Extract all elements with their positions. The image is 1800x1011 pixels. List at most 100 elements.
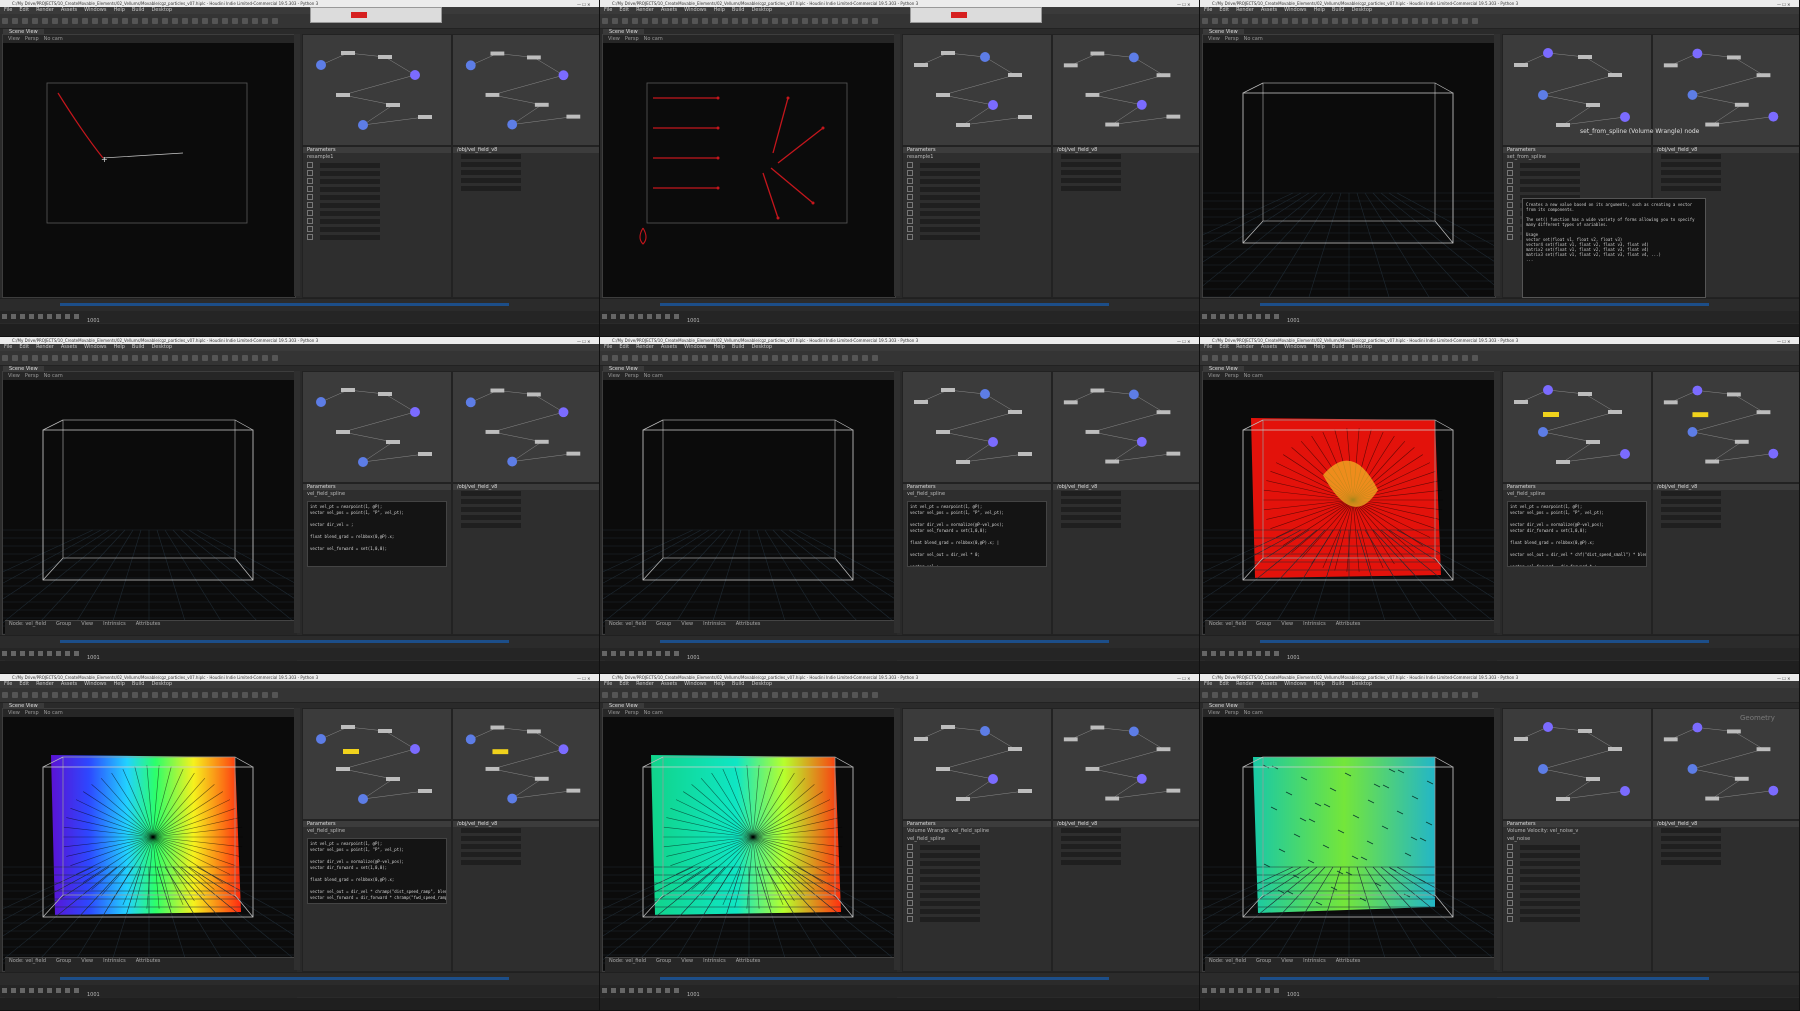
shelf-tool-icon[interactable] [92, 18, 98, 24]
camera-menu[interactable]: No cam [44, 373, 63, 379]
shelf-tool-icon[interactable] [1332, 18, 1338, 24]
shelf-tool-icon[interactable] [262, 692, 268, 698]
menu-item-edit[interactable]: Edit [619, 344, 629, 350]
spreadsheet-tab[interactable]: Group [1256, 958, 1271, 964]
menu-item-file[interactable]: File [4, 681, 12, 687]
parameter-field[interactable] [1520, 892, 1580, 898]
shelf-tool-icon[interactable] [792, 692, 798, 698]
shelf-tool-icon[interactable] [1332, 355, 1338, 361]
shelf-tool-icon[interactable] [42, 18, 48, 24]
shelf-tool-icon[interactable] [1412, 355, 1418, 361]
shelf-tool-icon[interactable] [802, 355, 808, 361]
shelf-tool-icon[interactable] [1322, 355, 1328, 361]
spreadsheet-tab[interactable]: Node: vel_field [1209, 621, 1246, 627]
shelf-tool-icon[interactable] [772, 692, 778, 698]
spreadsheet-tab[interactable]: Attributes [136, 621, 161, 627]
timeline[interactable] [1200, 635, 1799, 648]
shelf-tool-icon[interactable] [1342, 355, 1348, 361]
menu-item-desktop[interactable]: Desktop [151, 7, 172, 13]
timeline[interactable] [600, 298, 1199, 311]
shelf-tool-icon[interactable] [1452, 355, 1458, 361]
parameter-checkbox[interactable] [307, 210, 313, 216]
menu-item-assets[interactable]: Assets [661, 344, 677, 350]
playback-button[interactable] [11, 651, 16, 656]
shelf-tool-icon[interactable] [862, 18, 868, 24]
playback-button[interactable] [629, 988, 634, 993]
shelf-tool-icon[interactable] [1472, 692, 1478, 698]
shelf-tool-icon[interactable] [242, 18, 248, 24]
menu-item-assets[interactable]: Assets [661, 7, 677, 13]
parameter-checkbox[interactable] [1507, 908, 1513, 914]
parameter-field[interactable] [1520, 884, 1580, 890]
viewport-side-toolbar[interactable] [294, 708, 300, 970]
shelf-tool-icon[interactable] [1372, 18, 1378, 24]
timeline-range-bar[interactable] [1260, 640, 1709, 643]
shelf-tool-icon[interactable] [1342, 18, 1348, 24]
spreadsheet-tab[interactable]: Attributes [736, 621, 761, 627]
network-editor-left[interactable] [902, 34, 1052, 146]
menu-item-help[interactable]: Help [113, 681, 124, 687]
shelf-tool-icon[interactable] [1362, 355, 1368, 361]
playback-button[interactable] [1238, 314, 1243, 319]
parameter-field[interactable] [1520, 876, 1580, 882]
shelf-tool-icon[interactable] [662, 355, 668, 361]
shelf-tool-icon[interactable] [1232, 18, 1238, 24]
shelf-tool-icon[interactable] [852, 692, 858, 698]
color-palette-popup[interactable] [910, 7, 1042, 23]
parameter-checkbox[interactable] [907, 170, 913, 176]
parameter-tab[interactable]: Parameters [303, 484, 451, 490]
parameter-field[interactable] [320, 210, 380, 216]
network-editor-left[interactable] [302, 371, 452, 483]
parameter-field[interactable] [1061, 507, 1121, 512]
shelf-tool-icon[interactable] [822, 18, 828, 24]
parameter-checkbox[interactable] [1507, 194, 1513, 200]
persp-menu[interactable]: Persp [1225, 36, 1239, 42]
shelf-tool-icon[interactable] [22, 355, 28, 361]
menu-item-desktop[interactable]: Desktop [1351, 344, 1372, 350]
shelf-tool-icon[interactable] [642, 692, 648, 698]
parameter-field[interactable] [1661, 170, 1721, 175]
timeline-range-bar[interactable] [660, 640, 1109, 643]
playback-button[interactable] [2, 988, 7, 993]
parameter-field[interactable] [920, 178, 980, 184]
shelf-tool-icon[interactable] [1452, 18, 1458, 24]
parameter-field[interactable] [1661, 852, 1721, 857]
menu-item-render[interactable]: Render [1236, 681, 1254, 687]
menu-item-assets[interactable]: Assets [61, 681, 77, 687]
playback-button[interactable] [611, 988, 616, 993]
shelf-tool-icon[interactable] [1232, 355, 1238, 361]
camera-menu[interactable]: No cam [644, 36, 663, 42]
shelf-tool-icon[interactable] [102, 355, 108, 361]
shelf-tool-icon[interactable] [632, 692, 638, 698]
parameter-field[interactable] [461, 162, 521, 167]
shelf-tool-icon[interactable] [1442, 355, 1448, 361]
parameter-field[interactable] [920, 876, 980, 882]
shelf-tool-icon[interactable] [2, 355, 8, 361]
parameter-field[interactable] [920, 226, 980, 232]
playback-button[interactable] [1274, 988, 1279, 993]
shelf-tool-icon[interactable] [142, 355, 148, 361]
shelf-tool-icon[interactable] [1442, 18, 1448, 24]
playback-button[interactable] [1211, 988, 1216, 993]
shelf-tool-icon[interactable] [1382, 18, 1388, 24]
menu-item-assets[interactable]: Assets [1261, 344, 1277, 350]
menu-item-build[interactable]: Build [1332, 344, 1345, 350]
menu-item-render[interactable]: Render [1236, 7, 1254, 13]
color-palette-popup[interactable] [310, 7, 442, 23]
shelf-tool-icon[interactable] [1272, 692, 1278, 698]
window-controls[interactable]: — ☐ ✕ [1777, 338, 1795, 344]
menu-item-file[interactable]: File [604, 344, 612, 350]
shelf-tool-icon[interactable] [702, 692, 708, 698]
shelf-tool-icon[interactable] [1202, 355, 1208, 361]
playback-button[interactable] [1265, 314, 1270, 319]
spreadsheet-tab[interactable]: Intrinsics [1303, 958, 1326, 964]
viewport-side-toolbar[interactable] [1494, 371, 1500, 633]
shelf-tool-icon[interactable] [152, 18, 158, 24]
shelf-tool-icon[interactable] [1262, 18, 1268, 24]
shelf-tool-icon[interactable] [602, 18, 608, 24]
shelf-tool-icon[interactable] [752, 355, 758, 361]
network-path[interactable]: /obj/vel_field_v8 [453, 484, 599, 490]
parameter-checkbox[interactable] [907, 860, 913, 866]
playback-button[interactable] [1211, 314, 1216, 319]
shelf-tool-icon[interactable] [1252, 18, 1258, 24]
